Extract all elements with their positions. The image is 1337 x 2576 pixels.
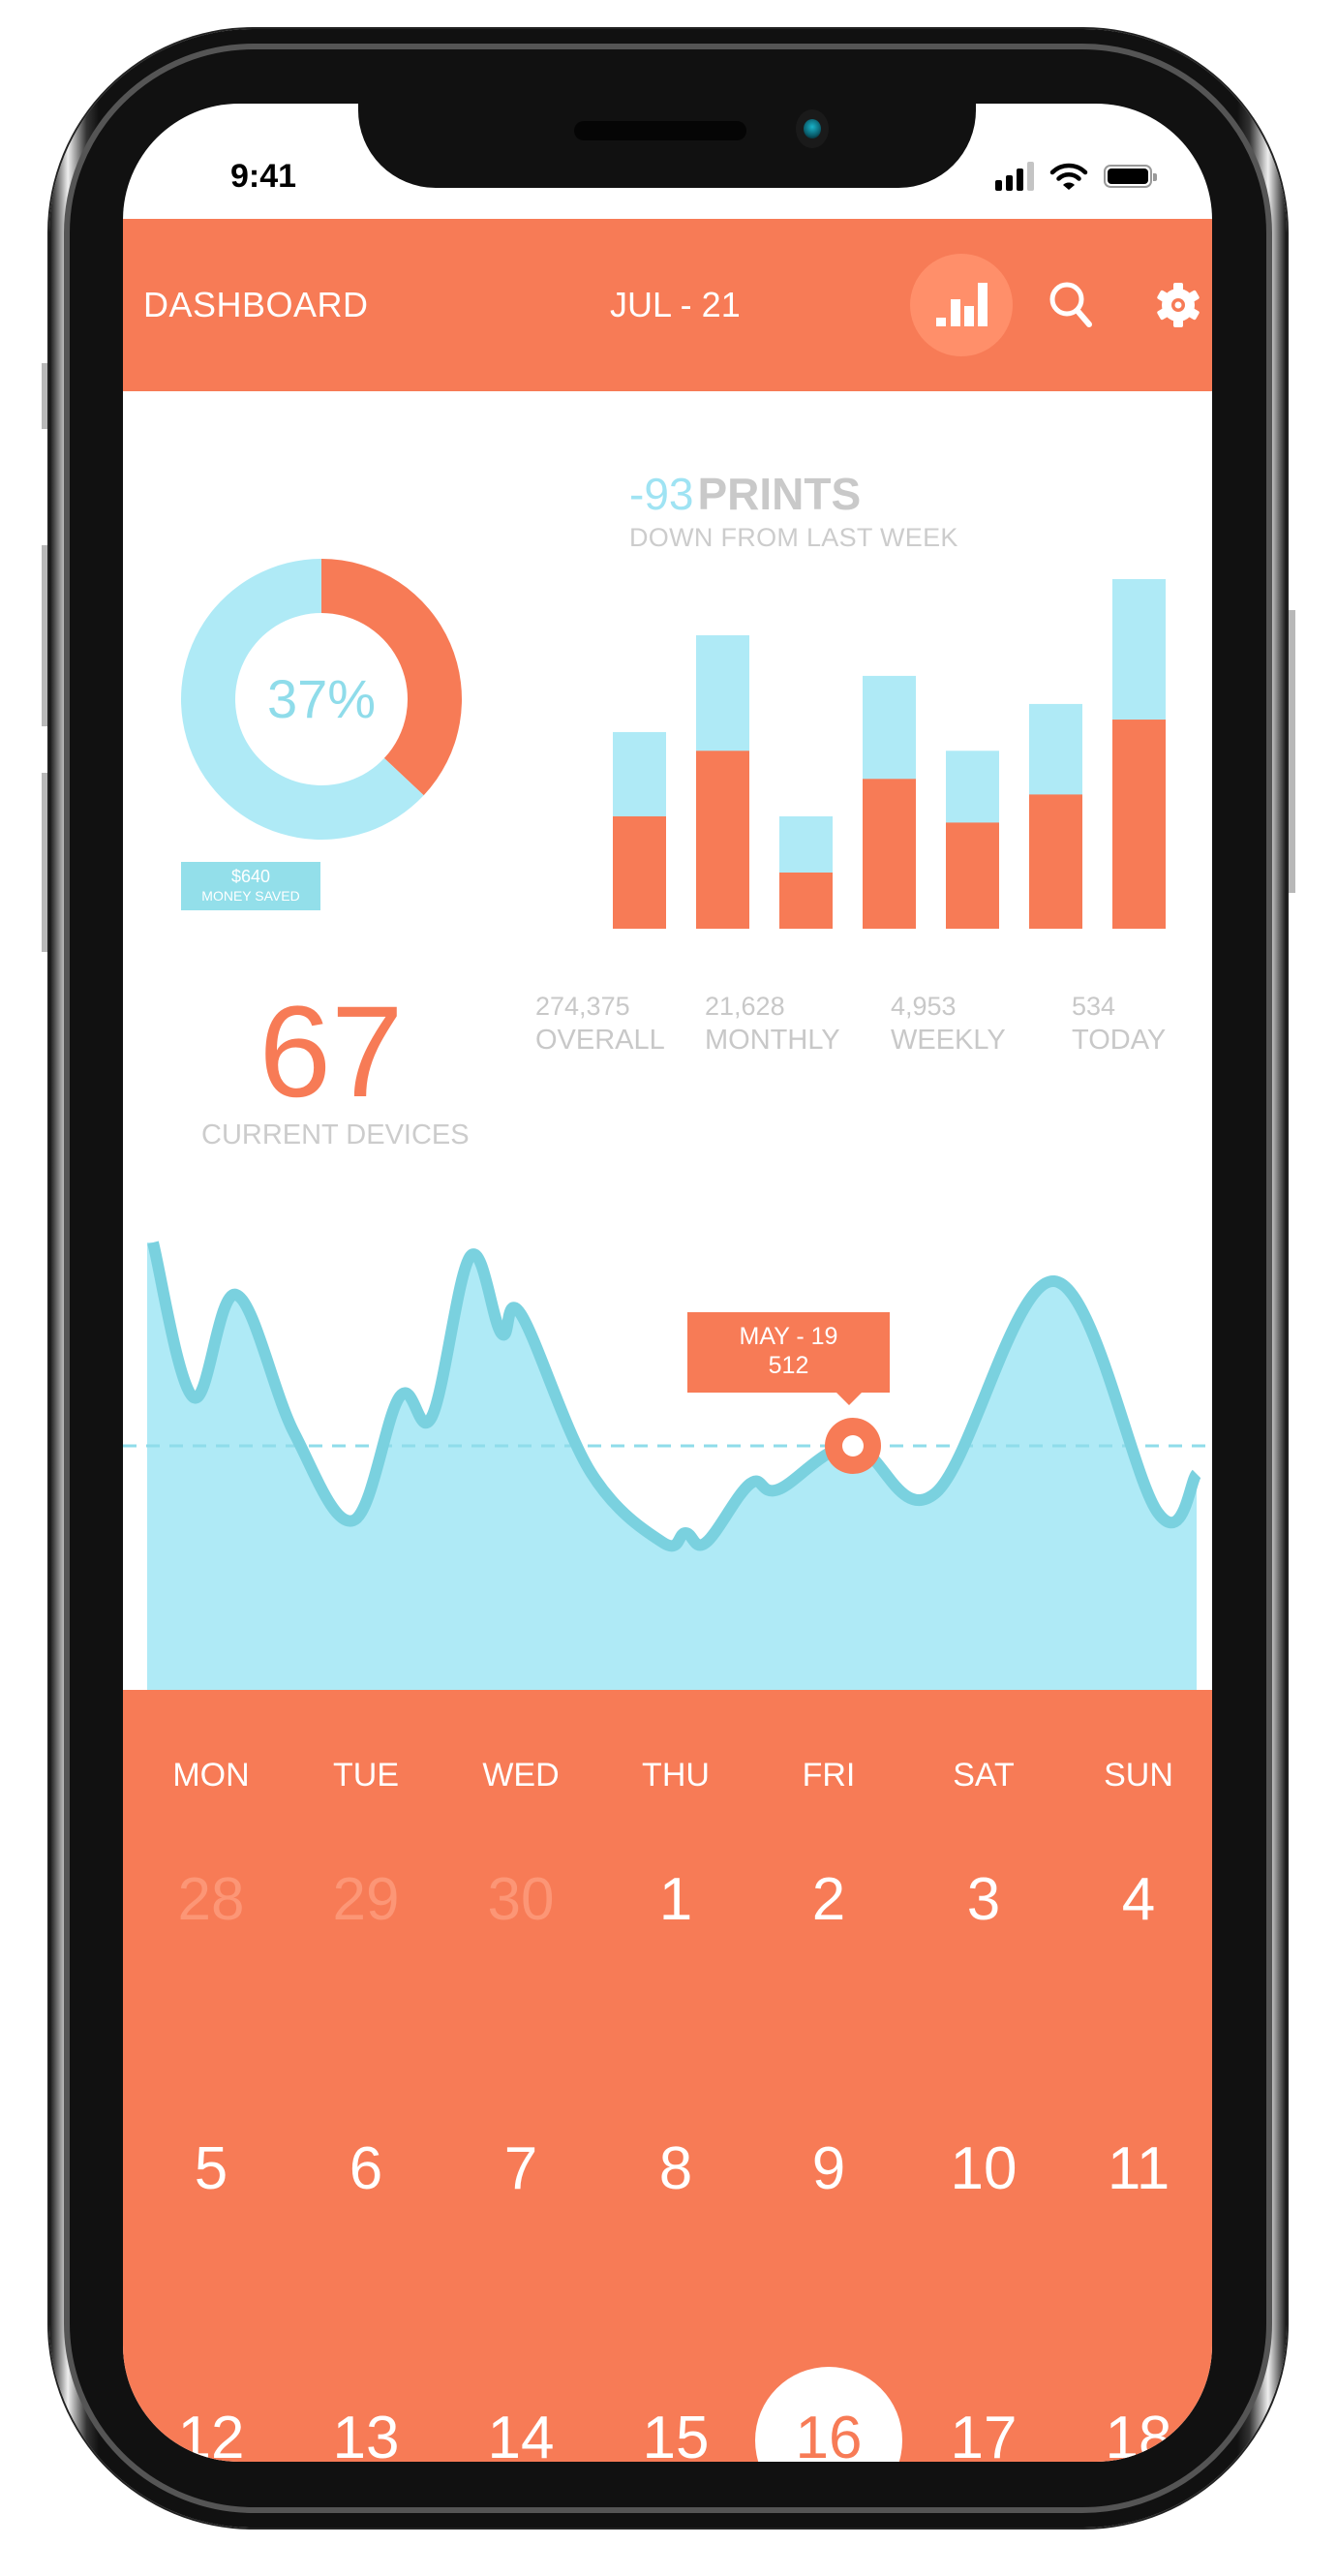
weekday-wed: WED xyxy=(482,1757,560,1794)
calendar-day[interactable]: 5 xyxy=(134,2131,289,2208)
highlight-marker-center xyxy=(842,1435,864,1457)
calendar-day[interactable]: 1 xyxy=(598,1861,753,1939)
calendar-day[interactable]: 28 xyxy=(134,1861,289,1939)
weekday-sat: SAT xyxy=(953,1757,1015,1794)
calendar-week: 5 6 7 8 9 10 11 xyxy=(123,2131,1212,2208)
calendar-day[interactable]: 4 xyxy=(1061,1861,1212,1939)
calendar-day[interactable]: 14 xyxy=(443,2400,598,2462)
calendar-day[interactable]: 11 xyxy=(1061,2131,1212,2208)
power-button[interactable] xyxy=(1286,610,1295,893)
weekday-thu: THU xyxy=(642,1757,710,1794)
phone-screen: 9:41 DASHBOARD JUL - 21 37% $640 MONEY S… xyxy=(123,104,1212,2462)
calendar-week: 28 29 30 1 2 3 4 xyxy=(123,1861,1212,1939)
calendar-day[interactable]: 17 xyxy=(906,2400,1061,2462)
calendar-day[interactable]: 7 xyxy=(443,2131,598,2208)
calendar-day[interactable]: 8 xyxy=(598,2131,753,2208)
tooltip-value: 512 xyxy=(768,1352,809,1379)
calendar-day[interactable]: 18 xyxy=(1061,2400,1212,2462)
calendar-day[interactable]: 10 xyxy=(906,2131,1061,2208)
calendar-day-today[interactable]: 16 xyxy=(751,2400,906,2462)
tooltip-date: MAY - 19 xyxy=(739,1323,838,1350)
calendar-day[interactable]: 12 xyxy=(134,2400,289,2462)
calendar-day[interactable]: 15 xyxy=(598,2400,753,2462)
calendar-day[interactable]: 2 xyxy=(751,1861,906,1939)
weekday-fri: FRI xyxy=(802,1757,856,1794)
calendar-day[interactable]: 3 xyxy=(906,1861,1061,1939)
weekday-sun: SUN xyxy=(1104,1757,1173,1794)
calendar: MON TUE WED THU FRI SAT SUN 28 29 30 1 2 3 4 5 6 7 8 9 10 11… xyxy=(123,1690,1212,2462)
calendar-day[interactable]: 9 xyxy=(751,2131,906,2208)
calendar-day[interactable]: 30 xyxy=(443,1861,598,1939)
chart-tooltip: MAY - 19 512 xyxy=(687,1312,890,1405)
weekday-mon: MON xyxy=(172,1757,250,1794)
weekday-header: MON TUE WED THU FRI SAT SUN xyxy=(123,1746,1212,1804)
calendar-day[interactable]: 13 xyxy=(289,2400,443,2462)
calendar-day[interactable]: 29 xyxy=(289,1861,443,1939)
prints-area-chart[interactable] xyxy=(123,104,1212,1750)
weekday-tue: TUE xyxy=(333,1757,399,1794)
calendar-day[interactable]: 6 xyxy=(289,2131,443,2208)
calendar-week: 12 13 14 15 16 17 18 xyxy=(123,2367,1212,2462)
